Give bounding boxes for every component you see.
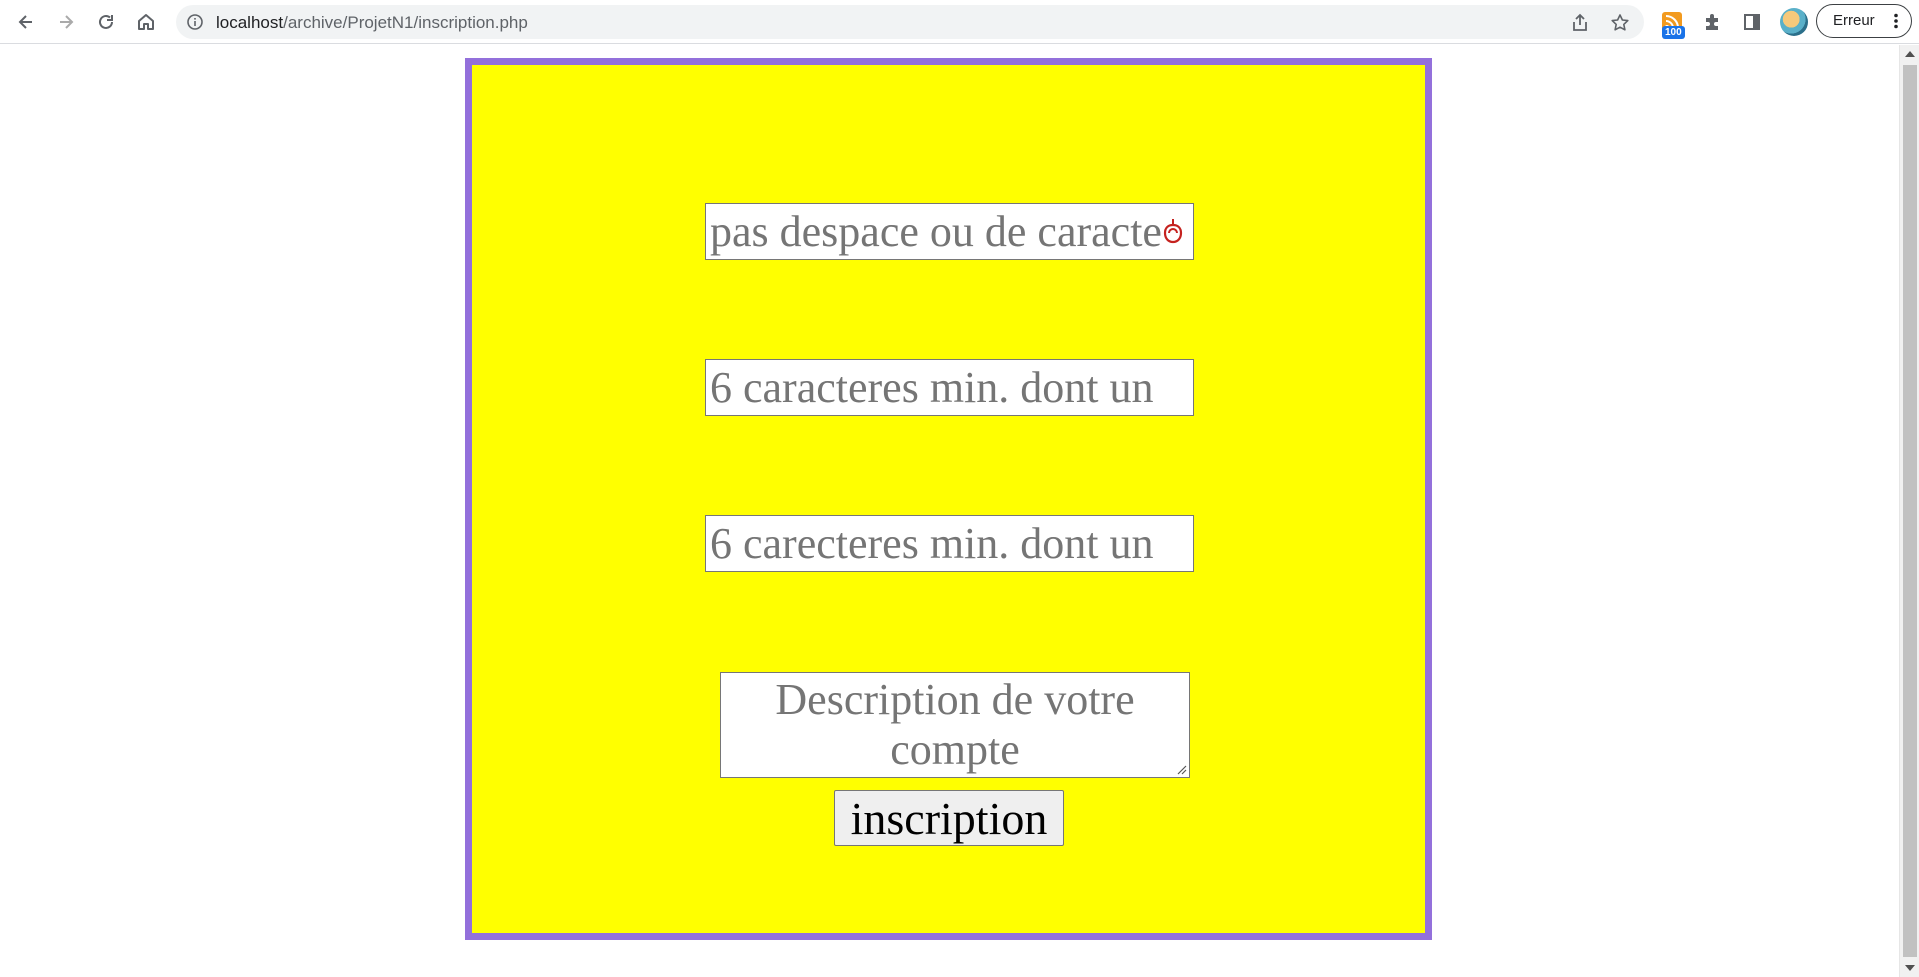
home-icon <box>138 14 154 30</box>
browser-toolbar: localhost/archive/ProjetN1/inscription.p… <box>0 0 1919 44</box>
rss-extension-button[interactable]: 100 <box>1656 6 1688 39</box>
username-input[interactable]: pas despace ou de caracte <box>705 203 1194 260</box>
arrow-right-icon <box>60 15 74 29</box>
address-bar[interactable]: localhost/archive/ProjetN1/inscription.p… <box>176 5 1644 39</box>
url-text[interactable]: localhost/archive/ProjetN1/inscription.p… <box>216 13 528 33</box>
reload-icon <box>99 14 113 29</box>
side-panel-icon <box>1744 14 1760 30</box>
kebab-menu-icon <box>1894 13 1898 29</box>
reload-button[interactable] <box>90 6 122 38</box>
url-path: /archive/ProjetN1/inscription.php <box>283 13 528 32</box>
scroll-thumb[interactable] <box>1903 65 1917 957</box>
scroll-down-arrow-icon[interactable] <box>1905 965 1915 971</box>
password-manager-icon[interactable] <box>1159 216 1187 246</box>
side-panel-button[interactable] <box>1736 6 1768 38</box>
info-icon[interactable] <box>186 13 204 31</box>
extensions-button[interactable] <box>1696 6 1728 38</box>
puzzle-icon <box>1706 14 1718 30</box>
description-placeholder: Description de votre compte <box>775 675 1135 774</box>
forward-button[interactable] <box>50 6 82 38</box>
confirm-password-placeholder: 6 carecteres min. dont un <box>710 519 1154 568</box>
back-button[interactable] <box>10 6 42 38</box>
vertical-scrollbar[interactable] <box>1899 45 1919 977</box>
avatar[interactable] <box>1780 8 1808 36</box>
username-placeholder: pas despace ou de caracte <box>710 207 1162 256</box>
resize-grip-icon[interactable] <box>1175 763 1187 775</box>
page-viewport: pas despace ou de caracte 6 caracteres m… <box>0 45 1899 977</box>
registration-form: pas despace ou de caracte 6 caracteres m… <box>465 58 1432 940</box>
confirm-password-input[interactable]: 6 carecteres min. dont un <box>705 515 1194 572</box>
star-icon[interactable] <box>1610 13 1630 33</box>
share-icon[interactable] <box>1570 13 1590 33</box>
profile-error-button[interactable]: Erreur <box>1816 4 1912 38</box>
password-placeholder: 6 caracteres min. dont un <box>710 363 1154 412</box>
url-host: localhost <box>216 13 284 32</box>
arrow-left-icon <box>18 15 32 29</box>
password-input[interactable]: 6 caracteres min. dont un <box>705 359 1194 416</box>
description-textarea[interactable]: Description de votre compte <box>720 672 1190 778</box>
scroll-up-arrow-icon[interactable] <box>1905 51 1915 57</box>
extension-badge: 100 <box>1662 26 1685 39</box>
inscription-button[interactable]: inscription <box>834 790 1064 846</box>
profile-label: Erreur <box>1833 12 1875 29</box>
home-button[interactable] <box>130 6 162 38</box>
